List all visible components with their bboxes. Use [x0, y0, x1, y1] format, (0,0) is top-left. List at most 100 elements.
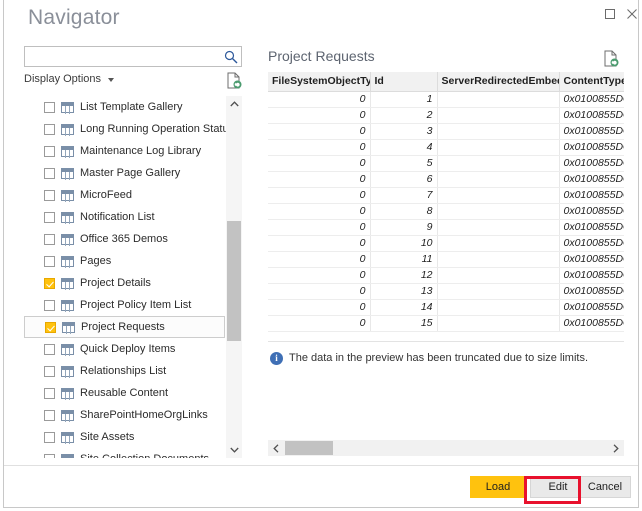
table-cell [437, 91, 560, 108]
table-row[interactable]: 014 0x0100855DCCD040995 [268, 299, 624, 316]
table-cell: 0x0100855DCCD040995 [559, 203, 624, 220]
checkbox[interactable] [44, 343, 55, 355]
table-row[interactable]: 06 0x0100855DCCD040995 [268, 171, 624, 188]
list-item[interactable]: Notification List [24, 206, 225, 228]
refresh-document-icon[interactable] [226, 72, 242, 89]
table-cell: 1 [370, 91, 438, 108]
table-cell: 7 [370, 187, 438, 204]
table-cell: 0x0100855DCCD040995 [559, 267, 624, 284]
table-icon [61, 211, 74, 224]
chevron-right-icon [613, 443, 619, 453]
close-button[interactable] [621, 4, 642, 24]
checkbox[interactable] [44, 145, 55, 157]
table-cell [437, 203, 560, 220]
table-column-header[interactable]: ServerRedirectedEmbedUrl [437, 72, 560, 92]
maximize-button[interactable] [599, 4, 621, 24]
table-row[interactable]: 012 0x0100855DCCD040995 [268, 267, 624, 284]
list-item[interactable]: Site Assets [24, 426, 225, 448]
checkbox[interactable] [44, 299, 55, 311]
load-button[interactable]: Load [470, 476, 526, 498]
scroll-down-button[interactable] [226, 442, 242, 458]
list-item[interactable]: Long Running Operation Status [24, 118, 234, 140]
vertical-scrollbar[interactable] [226, 96, 242, 458]
checkbox[interactable] [44, 211, 55, 223]
vertical-scrollbar-thumb[interactable] [227, 221, 241, 341]
list-item-label: MicroFeed [80, 188, 132, 201]
list-item[interactable]: List Template Gallery [24, 96, 225, 118]
table-cell: 0x0100855DCCD040995 [559, 283, 624, 300]
display-options-label[interactable]: Display Options [24, 73, 101, 85]
list-item-label: Site Collection Documents [80, 453, 209, 458]
checkbox[interactable] [44, 365, 55, 377]
checkbox[interactable] [44, 101, 55, 113]
table-cell: 0x0100855DCCD040995 [559, 187, 624, 204]
list-item-label: Reusable Content [80, 386, 169, 399]
list-item-label: Pages [80, 254, 112, 267]
list-item[interactable]: Reusable Content [24, 382, 225, 404]
table-row[interactable]: 04 0x0100855DCCD040995 [268, 139, 624, 156]
list-item[interactable]: Site Collection Documents [24, 448, 225, 458]
checkbox[interactable] [44, 277, 55, 289]
table-row[interactable]: 05 0x0100855DCCD040995 [268, 155, 624, 172]
checkbox[interactable] [44, 123, 55, 135]
list-item[interactable]: Pages [24, 250, 225, 272]
list-item[interactable]: Master Page Gallery [24, 162, 225, 184]
preview-title: Project Requests [268, 48, 375, 64]
checkbox[interactable] [44, 387, 55, 399]
table-row[interactable]: 02 0x0100855DCCD040995 [268, 107, 624, 124]
scroll-left-button[interactable] [268, 440, 284, 456]
checkbox[interactable] [44, 431, 55, 443]
preview-pane: Project Requests FileSystemObjectTypeIdS… [266, 46, 624, 458]
table-row[interactable]: 013 0x0100855DCCD040995 [268, 283, 624, 300]
refresh-document-icon[interactable] [603, 50, 619, 67]
checkbox[interactable] [44, 167, 55, 179]
table-cell [437, 155, 560, 172]
list-item[interactable]: Office 365 Demos [24, 228, 225, 250]
checkbox[interactable] [44, 409, 55, 421]
preview-table-wrap[interactable]: FileSystemObjectTypeIdServerRedirectedEm… [268, 72, 624, 342]
object-list[interactable]: List Template Gallery Long Running Operat… [24, 96, 242, 458]
table-cell: 0x0100855DCCD040995 [559, 315, 624, 332]
table-cell: 0x0100855DCCD040995 [559, 219, 624, 236]
horizontal-scrollbar-thumb[interactable] [285, 441, 333, 455]
table-row[interactable]: 08 0x0100855DCCD040995 [268, 203, 624, 220]
title-bar: Navigator [4, 0, 638, 40]
edit-button[interactable]: Edit [530, 476, 586, 498]
scroll-right-button[interactable] [608, 440, 624, 456]
list-item[interactable]: Quick Deploy Items [24, 338, 225, 360]
search-box[interactable] [24, 46, 242, 67]
table-row[interactable]: 09 0x0100855DCCD040995 [268, 219, 624, 236]
table-icon [61, 145, 74, 158]
table-row[interactable]: 015 0x0100855DCCD040995 [268, 315, 624, 332]
list-item[interactable]: Project Details [24, 272, 225, 294]
preview-table: FileSystemObjectTypeIdServerRedirectedEm… [268, 72, 624, 332]
checkbox[interactable] [44, 233, 55, 245]
list-item-label: Project Policy Item List [80, 298, 192, 311]
table-column-header[interactable]: ContentTypeId [559, 72, 624, 92]
search-input[interactable] [29, 49, 219, 65]
table-column-header[interactable]: FileSystemObjectType [268, 72, 371, 92]
table-cell [437, 299, 560, 316]
cancel-button[interactable]: Cancel [579, 476, 631, 498]
table-row[interactable]: 01 0x0100855DCCD040995 [268, 91, 624, 108]
table-row[interactable]: 010 0x0100855DCCD040995 [268, 235, 624, 252]
checkbox[interactable] [44, 453, 55, 458]
list-item[interactable]: SharePointHomeOrgLinks [24, 404, 225, 426]
list-item[interactable]: MicroFeed [24, 184, 225, 206]
table-row[interactable]: 011 0x0100855DCCD040995 [268, 251, 624, 268]
table-column-header[interactable]: Id [370, 72, 438, 92]
checkbox[interactable] [44, 255, 55, 267]
checkbox[interactable] [44, 189, 55, 201]
table-row[interactable]: 07 0x0100855DCCD040995 [268, 187, 624, 204]
search-icon[interactable] [224, 50, 238, 64]
chevron-down-icon[interactable] [108, 78, 114, 82]
scroll-up-button[interactable] [226, 96, 242, 112]
table-row[interactable]: 03 0x0100855DCCD040995 [268, 123, 624, 140]
list-item[interactable]: Maintenance Log Library [24, 140, 225, 162]
horizontal-scrollbar[interactable] [268, 440, 624, 456]
list-item-selected[interactable]: Project Requests [24, 316, 225, 338]
checkbox[interactable] [45, 321, 56, 333]
list-item[interactable]: Project Policy Item List [24, 294, 225, 316]
list-item[interactable]: Relationships List [24, 360, 225, 382]
table-cell [437, 139, 560, 156]
